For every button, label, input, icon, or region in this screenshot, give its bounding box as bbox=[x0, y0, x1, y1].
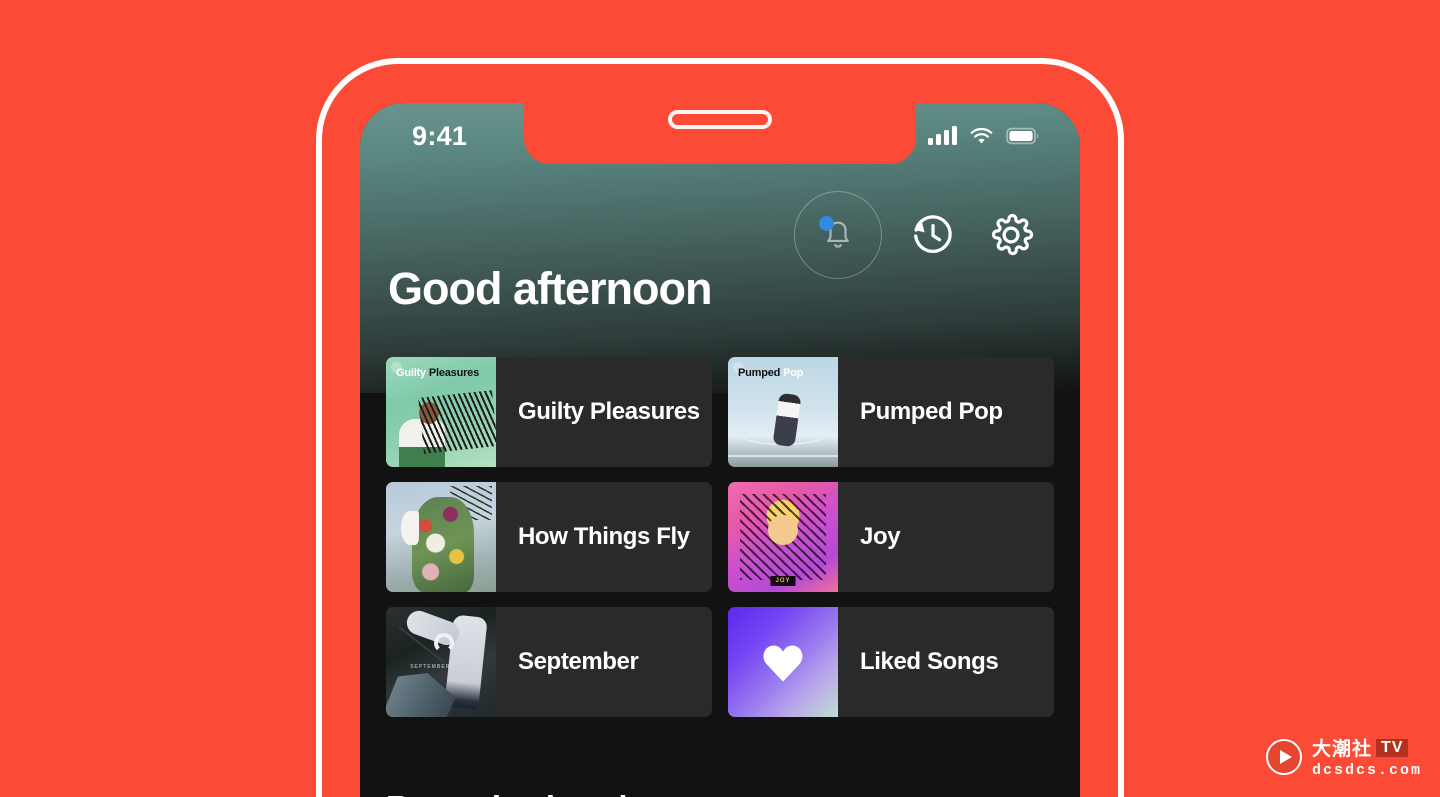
playlist-cover-art bbox=[728, 607, 838, 717]
playlist-card-how-things-fly[interactable]: How Things Fly bbox=[386, 482, 712, 592]
listening-history-button[interactable] bbox=[906, 208, 960, 262]
notch-speaker-icon bbox=[668, 110, 772, 129]
settings-button[interactable] bbox=[984, 208, 1038, 262]
playlist-card-label: Liked Songs bbox=[860, 648, 999, 675]
watermark: 大潮社 TV dcsdcs.com bbox=[1265, 734, 1422, 779]
playlist-cover-art: Pumped Pop bbox=[728, 357, 838, 467]
screenshot-stage: Good afternoon Guilty Pleasures Guilty P… bbox=[0, 0, 1440, 797]
playlist-card-pumped-pop[interactable]: Pumped Pop Pumped Pop bbox=[728, 357, 1054, 467]
heart-icon bbox=[763, 645, 803, 682]
app-content: Good afternoon Guilty Pleasures Guilty P… bbox=[360, 103, 1080, 797]
playlist-cover-art: Guilty Pleasures bbox=[386, 357, 496, 467]
playlist-cover-art: JOY bbox=[728, 482, 838, 592]
cover-horizon-line bbox=[728, 455, 838, 457]
cover-art-title: Guilty Pleasures bbox=[396, 367, 480, 379]
playlist-card-september[interactable]: SEPTEMBER September bbox=[386, 607, 712, 717]
playlist-card-guilty-pleasures[interactable]: Guilty Pleasures Guilty Pleasures bbox=[386, 357, 712, 467]
cover-art-badge: JOY bbox=[770, 576, 796, 586]
playlist-cover-art: SEPTEMBER bbox=[386, 607, 496, 717]
playlist-card-label: How Things Fly bbox=[518, 523, 690, 550]
playlist-card-joy[interactable]: JOY Joy bbox=[728, 482, 1054, 592]
header-actions bbox=[794, 191, 1038, 279]
playlist-card-label: Pumped Pop bbox=[860, 398, 1003, 425]
cover-art-title: Pumped Pop bbox=[738, 367, 804, 379]
cover-figure-head bbox=[768, 515, 798, 545]
watermark-brand-cn: 大潮社 bbox=[1311, 739, 1372, 760]
watermark-brand-tv: TV bbox=[1376, 738, 1409, 757]
gear-icon bbox=[991, 213, 1034, 256]
phone-screen: Good afternoon Guilty Pleasures Guilty P… bbox=[360, 103, 1080, 797]
playlist-card-label: September bbox=[518, 648, 639, 675]
playlist-card-label: Guilty Pleasures bbox=[518, 398, 700, 425]
playlist-card-liked-songs[interactable]: Liked Songs bbox=[728, 607, 1054, 717]
cover-figure-hair bbox=[418, 390, 496, 455]
notifications-button[interactable] bbox=[794, 191, 882, 279]
playlist-card-label: Joy bbox=[860, 523, 901, 550]
phone-notch bbox=[524, 103, 916, 164]
watermark-text: 大潮社 TV dcsdcs.com bbox=[1312, 734, 1422, 779]
notifications-badge-dot bbox=[819, 216, 834, 231]
cover-umbrella bbox=[386, 673, 456, 717]
page-title: Good afternoon bbox=[388, 263, 712, 314]
cover-art-caption: SEPTEMBER bbox=[410, 664, 451, 671]
section-heading-recently-played: Recently played bbox=[386, 789, 627, 797]
watermark-brand-line: 大潮社 TV bbox=[1312, 734, 1422, 761]
watermark-url: dcsdcs.com bbox=[1311, 762, 1422, 779]
playlist-cover-art bbox=[386, 482, 496, 592]
cover-floral-silhouette bbox=[412, 497, 475, 592]
play-circle-icon bbox=[1265, 738, 1302, 775]
shortcut-card-grid: Guilty Pleasures Guilty Pleasures Pumped… bbox=[386, 357, 1054, 717]
cover-face-profile bbox=[401, 510, 420, 545]
history-clock-icon bbox=[914, 215, 952, 253]
